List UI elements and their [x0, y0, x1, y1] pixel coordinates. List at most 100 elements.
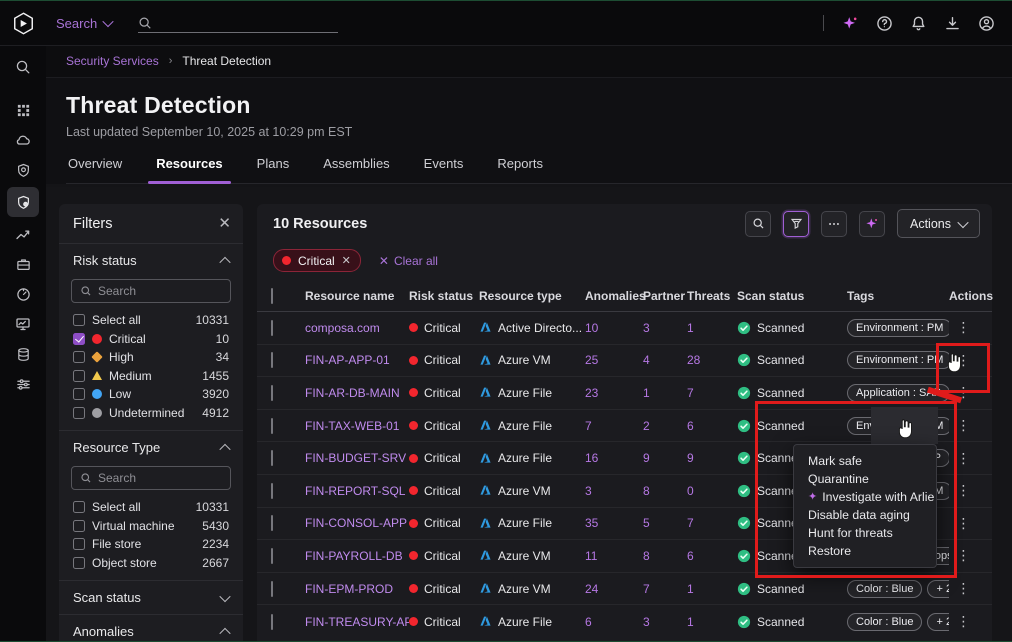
partner-count-link[interactable]: 5: [643, 516, 687, 530]
tab-plans[interactable]: Plans: [255, 156, 292, 183]
checkbox[interactable]: [73, 351, 85, 363]
resource-name-link[interactable]: FIN-BUDGET-SRV: [305, 451, 409, 465]
filter-option-file-store[interactable]: File store 2234: [59, 535, 243, 554]
checkbox[interactable]: [73, 370, 85, 382]
notifications-bell-icon[interactable]: [906, 11, 930, 35]
tab-resources[interactable]: Resources: [154, 156, 224, 183]
filter-option-high[interactable]: High 34: [59, 348, 243, 367]
threats-count-link[interactable]: 6: [687, 419, 737, 433]
download-icon[interactable]: [940, 11, 964, 35]
tab-reports[interactable]: Reports: [495, 156, 545, 183]
partner-count-link[interactable]: 8: [643, 484, 687, 498]
checkbox[interactable]: [73, 388, 85, 400]
anomalies-count-link[interactable]: 10: [585, 321, 643, 335]
sidebar-monitor-chart[interactable]: [7, 311, 39, 337]
partner-count-link[interactable]: 8: [643, 549, 687, 563]
row-actions-kebab-icon[interactable]: ⋮: [949, 319, 978, 336]
filter-search-input[interactable]: Search: [71, 279, 231, 303]
sidebar-security-services[interactable]: [7, 187, 39, 217]
partner-count-link[interactable]: 9: [643, 451, 687, 465]
filter-section-header[interactable]: Anomalies: [59, 615, 243, 642]
global-search-input[interactable]: [138, 10, 338, 36]
resource-name-link[interactable]: FIN-TREASURY-APP: [305, 615, 409, 629]
filter-option-medium[interactable]: Medium 1455: [59, 367, 243, 386]
filter-option-virtual-machine[interactable]: Virtual machine 5430: [59, 517, 243, 536]
threats-count-link[interactable]: 1: [687, 615, 737, 629]
actions-dropdown-button[interactable]: Actions: [897, 209, 980, 238]
resource-name-link[interactable]: FIN-PAYROLL-DB: [305, 549, 409, 563]
anomalies-count-link[interactable]: 16: [585, 451, 643, 465]
table-filter-button[interactable]: [783, 211, 809, 237]
checkbox[interactable]: [73, 557, 85, 569]
row-checkbox[interactable]: [271, 418, 273, 434]
partner-count-link[interactable]: 7: [643, 582, 687, 596]
sidebar-gauge[interactable]: [7, 281, 39, 307]
sidebar-database[interactable]: [7, 341, 39, 367]
resource-name-link[interactable]: FIN-TAX-WEB-01: [305, 419, 409, 433]
table-more-button[interactable]: [821, 211, 847, 237]
sparkle-ai-icon[interactable]: [838, 11, 862, 35]
sidebar-trend-chart[interactable]: [7, 221, 39, 247]
sidebar-briefcase[interactable]: [7, 251, 39, 277]
table-ai-sparkle-button[interactable]: [859, 211, 885, 237]
brand-logo-icon[interactable]: [0, 1, 46, 45]
partner-count-link[interactable]: 4: [643, 353, 687, 367]
account-icon[interactable]: [974, 11, 998, 35]
anomalies-count-link[interactable]: 6: [585, 615, 643, 629]
anomalies-count-link[interactable]: 24: [585, 582, 643, 596]
threats-count-link[interactable]: 0: [687, 484, 737, 498]
sidebar-sliders[interactable]: [7, 371, 39, 397]
threats-count-link[interactable]: 7: [687, 516, 737, 530]
filter-option-low[interactable]: Low 3920: [59, 385, 243, 404]
table-search-button[interactable]: [745, 211, 771, 237]
partner-count-link[interactable]: 1: [643, 386, 687, 400]
row-checkbox[interactable]: [271, 385, 273, 401]
row-checkbox[interactable]: [271, 515, 273, 531]
checkbox[interactable]: [73, 520, 85, 532]
resource-name-link[interactable]: FIN-AP-APP-01: [305, 353, 409, 367]
checkbox[interactable]: [73, 314, 85, 326]
checkbox[interactable]: [73, 407, 85, 419]
row-actions-kebab-icon[interactable]: ⋮: [949, 613, 978, 630]
row-checkbox[interactable]: [271, 320, 273, 336]
threats-count-link[interactable]: 7: [687, 386, 737, 400]
chip-remove-icon[interactable]: ✕: [342, 254, 351, 267]
sidebar-apps-grid[interactable]: [7, 97, 39, 123]
partner-count-link[interactable]: 2: [643, 419, 687, 433]
breadcrumb-parent-link[interactable]: Security Services: [66, 54, 159, 68]
anomalies-count-link[interactable]: 3: [585, 484, 643, 498]
threats-count-link[interactable]: 1: [687, 321, 737, 335]
anomalies-count-link[interactable]: 23: [585, 386, 643, 400]
tab-overview[interactable]: Overview: [66, 156, 124, 183]
row-checkbox[interactable]: [271, 614, 273, 630]
tab-events[interactable]: Events: [422, 156, 466, 183]
resource-name-link[interactable]: FIN-AR-DB-MAIN: [305, 386, 409, 400]
threats-count-link[interactable]: 28: [687, 353, 737, 367]
row-checkbox[interactable]: [271, 581, 273, 597]
sidebar-search[interactable]: [7, 54, 39, 80]
anomalies-count-link[interactable]: 7: [585, 419, 643, 433]
row-checkbox[interactable]: [271, 352, 273, 368]
clear-all-filters-link[interactable]: ✕ Clear all: [379, 254, 438, 268]
sidebar-cloud[interactable]: [7, 127, 39, 153]
partner-count-link[interactable]: 3: [643, 321, 687, 335]
tab-assemblies[interactable]: Assemblies: [321, 156, 391, 183]
partner-count-link[interactable]: 3: [643, 615, 687, 629]
filter-section-header[interactable]: Risk status: [59, 244, 243, 277]
row-actions-kebab-icon[interactable]: ⋮: [949, 580, 978, 597]
threats-count-link[interactable]: 6: [687, 549, 737, 563]
resource-name-link[interactable]: FIN-CONSOL-APP: [305, 516, 409, 530]
checkbox[interactable]: [73, 538, 85, 550]
checkbox[interactable]: [73, 501, 85, 513]
anomalies-count-link[interactable]: 25: [585, 353, 643, 367]
filter-option-undetermined[interactable]: Undetermined 4912: [59, 404, 243, 423]
resource-name-link[interactable]: FIN-EPM-PROD: [305, 582, 409, 596]
select-all-checkbox[interactable]: [271, 288, 273, 304]
row-checkbox[interactable]: [271, 450, 273, 466]
search-scope-dropdown[interactable]: Search: [56, 16, 112, 31]
filters-close-icon[interactable]: ✕: [218, 219, 231, 229]
row-checkbox[interactable]: [271, 548, 273, 564]
filter-section-header[interactable]: Resource Type: [59, 431, 243, 464]
filter-section-header[interactable]: Scan status: [59, 581, 243, 614]
threats-count-link[interactable]: 1: [687, 582, 737, 596]
